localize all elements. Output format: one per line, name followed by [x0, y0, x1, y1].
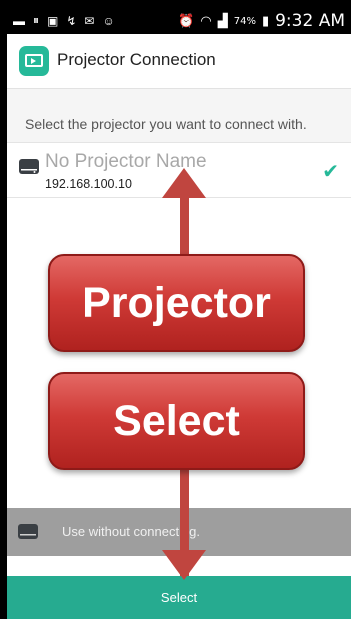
mail-icon: ✉	[84, 13, 95, 28]
battery-percent: 74%	[233, 15, 256, 27]
use-without-connecting-option[interactable]: Use without connecting.	[7, 508, 351, 556]
projector-icon	[19, 159, 39, 174]
arrow-down-icon	[162, 550, 206, 580]
arrow-up-icon	[162, 168, 206, 198]
checkmark-icon: ✔	[322, 159, 339, 183]
status-bar: ▬ ⏸ ▣ ↯ ✉ ☺ ⏰ ◠ ▟ 74% ▮ 9:32 AM	[7, 8, 351, 34]
missed-call-icon: ↯	[66, 13, 77, 28]
app-header: Projector Connection	[7, 34, 351, 89]
keyboard-icon: ▬	[13, 13, 25, 28]
header-spacer	[7, 89, 351, 105]
pause-icon: ⏸	[33, 13, 40, 27]
clock: 9:32 AM	[275, 11, 345, 31]
callout-select: Select	[48, 372, 305, 470]
status-left-icons: ▬ ⏸ ▣ ↯ ✉ ☺	[13, 13, 115, 28]
bug-icon: ☺	[102, 13, 115, 28]
signal-icon: ▟	[217, 13, 228, 29]
image-icon: ▣	[47, 13, 59, 28]
instruction-text: Select the projector you want to connect…	[7, 105, 351, 143]
status-right-icons: ⏰ ◠ ▟ 74% ▮ 9:32 AM	[178, 11, 345, 31]
alarm-icon: ⏰	[178, 13, 195, 29]
select-button[interactable]: Select	[7, 576, 351, 619]
callout-projector: Projector	[48, 254, 305, 352]
page-title: Projector Connection	[57, 50, 216, 69]
battery-icon: ▮	[261, 13, 270, 29]
app-logo-icon	[19, 46, 49, 76]
projector-icon	[18, 524, 38, 539]
projector-ip: 192.168.100.10	[45, 177, 132, 191]
wifi-icon: ◠	[200, 13, 212, 29]
arrow-up-shaft	[180, 194, 189, 256]
